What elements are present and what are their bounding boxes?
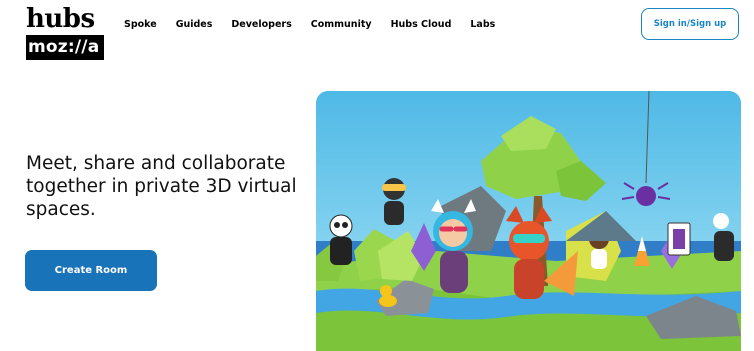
hero-headline: Meet, share and collaborate together in … (26, 153, 297, 220)
sign-in-button[interactable]: Sign in/Sign up (641, 8, 739, 40)
create-room-button[interactable]: Create Room (25, 250, 157, 291)
nav-item-labs[interactable]: Labs (470, 19, 495, 31)
nav-item-guides[interactable]: Guides (176, 19, 213, 31)
nav-item-spoke[interactable]: Spoke (124, 19, 157, 31)
hero-illustration (316, 91, 741, 351)
duck-body (379, 295, 397, 307)
avatar-goggles (382, 184, 406, 191)
logo-mozilla-text: moz://a (26, 35, 105, 60)
logo-hubs-text: hubs (26, 4, 95, 34)
nav-item-hubs-cloud[interactable]: Hubs Cloud (391, 19, 452, 31)
cat-girl-face (439, 219, 467, 247)
panda-avatar-body (330, 237, 352, 265)
nav-item-community[interactable]: Community (311, 19, 372, 31)
avatar-right-body (714, 231, 734, 261)
fox-goggles (513, 234, 545, 243)
nav-item-developers[interactable]: Developers (231, 19, 291, 31)
playing-card-face (673, 229, 685, 249)
panda-eye (334, 222, 340, 228)
spider-body (636, 186, 656, 206)
kid-avatar-body (591, 249, 607, 269)
main-nav: Spoke Guides Developers Community Hubs C… (124, 19, 514, 31)
fox-body (514, 259, 544, 299)
site-logo[interactable]: hubs moz://a (26, 6, 108, 60)
avatar-right-head (713, 213, 729, 229)
panda-eye (342, 222, 348, 228)
avatar-goggles-body (384, 201, 404, 225)
cat-girl-body (440, 251, 468, 293)
panda-avatar-head (329, 214, 353, 238)
